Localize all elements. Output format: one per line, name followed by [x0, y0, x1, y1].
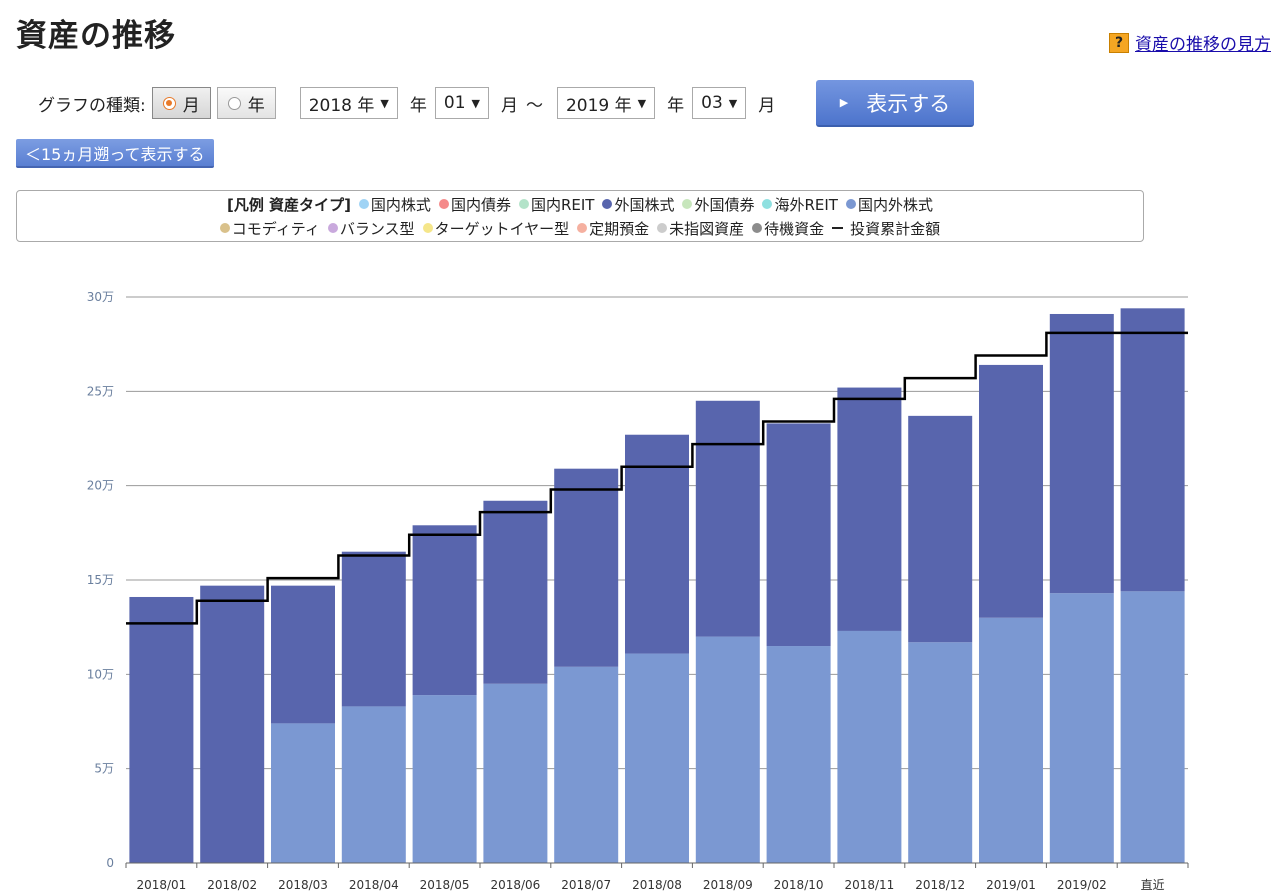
bar-segment: [1049, 593, 1114, 863]
x-tick-label: 2018/04: [349, 878, 399, 892]
bar-segment: [412, 695, 477, 863]
x-tick-label: 2018/01: [136, 878, 186, 892]
bar-segment: [1049, 313, 1114, 594]
bar-segment: [766, 646, 831, 863]
bar-segment: [483, 500, 548, 684]
y-tick-label: 5万: [94, 762, 114, 776]
bar-segment: [695, 400, 760, 637]
bar-segment: [837, 387, 902, 631]
y-tick-label: 10万: [87, 667, 114, 681]
x-tick-label: 2019/02: [1057, 878, 1107, 892]
y-tick-label: 0: [106, 856, 114, 870]
bar-segment: [129, 596, 194, 863]
bar-segment: [341, 706, 406, 863]
bar-segment: [837, 630, 902, 863]
bar-segment: [625, 653, 689, 863]
bar-segment: [979, 364, 1043, 618]
bar-segment: [483, 683, 548, 863]
bar-segment: [695, 636, 760, 863]
x-tick-label: 2018/06: [490, 878, 540, 892]
bar-segment: [1120, 591, 1185, 863]
y-tick-label: 30万: [87, 290, 114, 304]
bar-segment: [271, 585, 335, 724]
bar-segment: [908, 415, 973, 643]
bar-segment: [341, 551, 406, 707]
x-tick-label: 2018/12: [915, 878, 965, 892]
x-tick-label: 2018/08: [632, 878, 682, 892]
bar-segment: [766, 423, 831, 647]
x-tick-label: 直近: [1141, 878, 1165, 892]
x-tick-label: 2019/01: [986, 878, 1036, 892]
x-tick-label: 2018/11: [844, 878, 894, 892]
bar-segment: [908, 642, 973, 863]
bar-segment: [200, 585, 265, 863]
bar-segment: [1120, 308, 1185, 592]
asset-chart: 0 5万 10万 15万 20万 25万 30万 2018/01 2018/02 2018/03 2…: [87, 290, 1189, 892]
bar-segment: [554, 468, 619, 667]
bar-segment: [412, 525, 477, 696]
x-tick-label: 2018/05: [420, 878, 470, 892]
y-tick-label: 25万: [87, 384, 114, 398]
y-tick-label: 20万: [87, 479, 114, 493]
bar-segment: [554, 666, 619, 863]
x-tick-label: 2018/09: [703, 878, 753, 892]
bar-segment: [271, 723, 335, 863]
x-tick-label: 2018/10: [774, 878, 824, 892]
x-tick-label: 2018/02: [207, 878, 257, 892]
bar-segment: [979, 617, 1043, 863]
y-tick-label: 15万: [87, 573, 114, 587]
x-tick-label: 2018/07: [561, 878, 611, 892]
x-tick-label: 2018/03: [278, 878, 328, 892]
